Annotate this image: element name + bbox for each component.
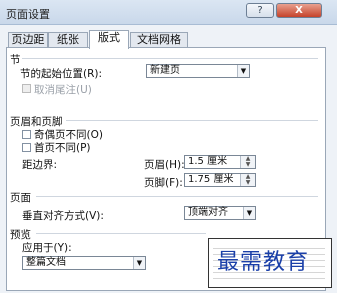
suppress-endnotes-label: 取消尾注(U)	[34, 84, 92, 96]
footer-distance-input[interactable]: 1.75 厘米 ▲ ▼	[184, 173, 256, 187]
tab-layout[interactable]: 版式	[89, 30, 129, 49]
section-divider	[22, 58, 318, 59]
page-heading: 页面	[10, 192, 31, 204]
header-distance-value: 1.5 厘米	[188, 156, 228, 167]
header-distance-label: 页眉(H):	[144, 159, 185, 171]
title-bar: 页面设置 ? X	[0, 0, 337, 25]
vertical-alignment-select[interactable]: 顶端对齐 ▼	[184, 206, 256, 220]
suppress-endnotes-checkbox[interactable]	[22, 84, 31, 93]
spinner-arrows-icon[interactable]: ▲ ▼	[240, 156, 255, 168]
first-page-label: 首页不同(P)	[34, 142, 91, 154]
footer-distance-label: 页脚(F):	[144, 177, 183, 189]
chevron-down-icon: ▼	[237, 65, 249, 77]
section-start-select[interactable]: 新建页 ▼	[146, 64, 250, 78]
chevron-down-icon: ▼	[133, 257, 145, 269]
apply-to-select[interactable]: 整篇文档 ▼	[22, 256, 146, 270]
header-footer-divider	[66, 120, 318, 121]
tab-document-grid[interactable]: 文档网格	[130, 32, 188, 48]
spinner-arrows-icon[interactable]: ▲ ▼	[240, 174, 255, 186]
page-setup-dialog: 页面设置 ? X 页边距 纸张 版式 文档网格 节 节的起始位置(R): 新建页…	[0, 0, 337, 293]
first-page-checkbox[interactable]	[22, 143, 31, 152]
header-distance-input[interactable]: 1.5 厘米 ▲ ▼	[184, 155, 256, 169]
dialog-title: 页面设置	[6, 8, 50, 21]
tab-margins[interactable]: 页边距	[8, 32, 48, 48]
tab-paper[interactable]: 纸张	[48, 32, 88, 48]
preview-divider	[36, 233, 206, 234]
from-edge-label: 距边界:	[22, 159, 58, 171]
apply-to-label: 应用于(Y):	[22, 242, 72, 254]
vertical-alignment-label: 垂直对齐方式(V):	[22, 210, 104, 222]
help-button[interactable]: ?	[246, 3, 274, 18]
apply-to-value: 整篇文档	[26, 257, 66, 268]
odd-even-checkbox[interactable]	[22, 130, 31, 139]
watermark-text: 最需教育	[217, 250, 310, 275]
section-start-value: 新建页	[150, 65, 180, 76]
page-divider	[36, 196, 318, 197]
close-button[interactable]: X	[276, 3, 322, 18]
section-heading: 节	[10, 54, 21, 66]
chevron-down-icon: ▼	[243, 207, 255, 219]
vertical-alignment-value: 顶端对齐	[188, 207, 228, 218]
footer-distance-value: 1.75 厘米	[188, 174, 234, 185]
section-start-label: 节的起始位置(R):	[20, 68, 103, 80]
blurred-region	[108, 86, 184, 100]
